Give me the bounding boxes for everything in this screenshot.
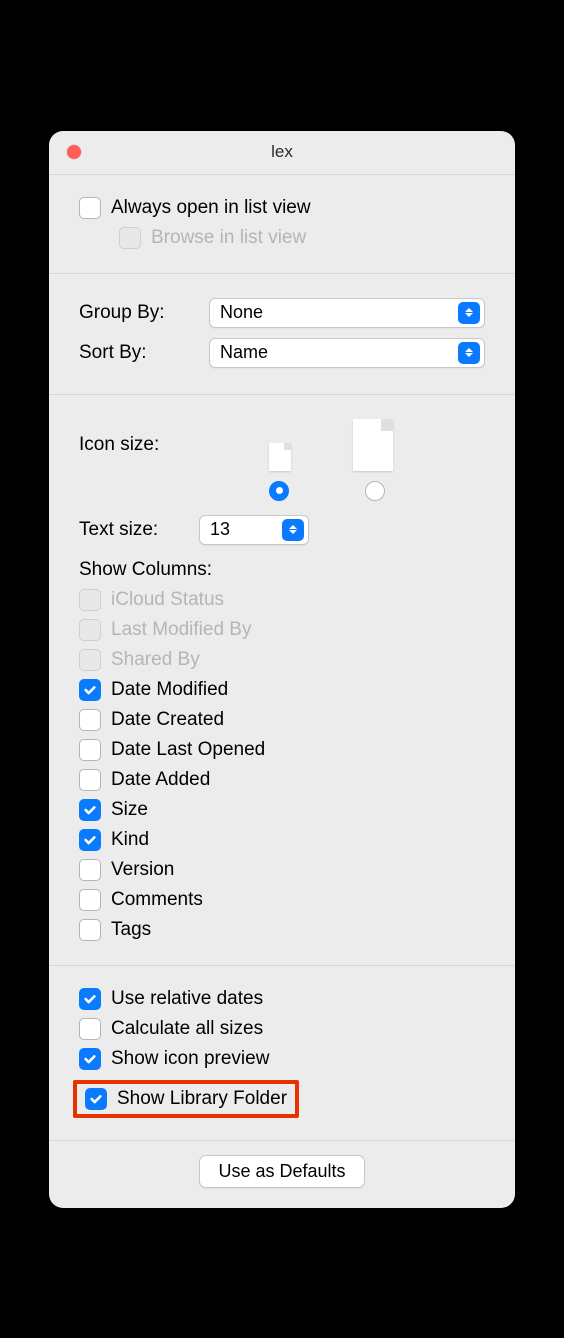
label-col-date-last-opened: Date Last Opened xyxy=(111,739,265,761)
checkbox-calculate-all-sizes[interactable] xyxy=(79,1018,101,1040)
bottom-options-list: Use relative dates Calculate all sizes Sho… xyxy=(79,988,485,1120)
checkbox-show-icon-preview[interactable] xyxy=(79,1048,101,1070)
window-title: lex xyxy=(271,142,293,162)
use-as-defaults-button[interactable]: Use as Defaults xyxy=(199,1155,364,1188)
label-show-icon-preview: Show icon preview xyxy=(111,1048,269,1070)
label-col-version: Version xyxy=(111,859,174,881)
section-view-mode: Always open in list view Browse in list … xyxy=(49,175,515,274)
radio-icon-small[interactable] xyxy=(269,481,289,501)
highlight-box: Show Library Folder xyxy=(73,1080,299,1118)
select-group-by[interactable]: None xyxy=(209,298,485,328)
checkbox-col-date-last-opened[interactable] xyxy=(79,739,101,761)
label-col-date-created: Date Created xyxy=(111,709,224,731)
label-col-last-modified-by: Last Modified By xyxy=(111,619,251,641)
checkbox-col-icloud-status xyxy=(79,589,101,611)
label-col-date-added: Date Added xyxy=(111,769,210,791)
section-icon-text: Icon size: Text size: 13 Show Columns: i… xyxy=(49,395,515,966)
columns-list: iCloud Status Last Modified By Shared By Da… xyxy=(79,589,485,941)
label-col-tags: Tags xyxy=(111,919,151,941)
section-grouping: Group By: None Sort By: Name xyxy=(49,274,515,395)
select-sort-by-value: Name xyxy=(220,342,268,363)
checkbox-always-open[interactable] xyxy=(79,197,101,219)
checkbox-col-comments[interactable] xyxy=(79,889,101,911)
label-always-open: Always open in list view xyxy=(111,197,311,219)
label-use-relative-dates: Use relative dates xyxy=(111,988,263,1010)
view-options-window: lex Always open in list view Browse in l… xyxy=(49,131,515,1208)
select-group-by-value: None xyxy=(220,302,263,323)
chevron-updown-icon xyxy=(458,342,480,364)
label-col-kind: Kind xyxy=(111,829,149,851)
label-browse: Browse in list view xyxy=(151,227,306,249)
label-icon-size: Icon size: xyxy=(79,434,269,456)
select-sort-by[interactable]: Name xyxy=(209,338,485,368)
chevron-updown-icon xyxy=(458,302,480,324)
label-text-size: Text size: xyxy=(79,519,199,541)
checkbox-col-last-modified-by xyxy=(79,619,101,641)
section-bottom-options: Use relative dates Calculate all sizes Sho… xyxy=(49,966,515,1141)
label-col-icloud-status: iCloud Status xyxy=(111,589,224,611)
titlebar: lex xyxy=(49,131,515,175)
close-icon[interactable] xyxy=(67,145,81,159)
checkbox-col-tags[interactable] xyxy=(79,919,101,941)
checkbox-col-size[interactable] xyxy=(79,799,101,821)
show-columns-header: Show Columns: xyxy=(79,559,485,581)
label-show-library-folder: Show Library Folder xyxy=(117,1088,287,1110)
defaults-row: Use as Defaults xyxy=(49,1141,515,1208)
checkbox-browse xyxy=(119,227,141,249)
label-group-by: Group By: xyxy=(79,302,209,324)
checkbox-use-relative-dates[interactable] xyxy=(79,988,101,1010)
label-col-date-modified: Date Modified xyxy=(111,679,228,701)
label-col-comments: Comments xyxy=(111,889,203,911)
checkbox-col-version[interactable] xyxy=(79,859,101,881)
checkbox-col-kind[interactable] xyxy=(79,829,101,851)
document-icon xyxy=(269,443,291,471)
chevron-updown-icon xyxy=(282,519,304,541)
checkbox-col-shared-by xyxy=(79,649,101,671)
label-sort-by: Sort By: xyxy=(79,342,209,364)
checkbox-col-date-modified[interactable] xyxy=(79,679,101,701)
label-calculate-all-sizes: Calculate all sizes xyxy=(111,1018,263,1040)
radio-icon-large[interactable] xyxy=(365,481,385,501)
label-col-shared-by: Shared By xyxy=(111,649,200,671)
label-col-size: Size xyxy=(111,799,148,821)
checkbox-show-library-folder[interactable] xyxy=(85,1088,107,1110)
document-icon xyxy=(353,419,393,471)
select-text-size[interactable]: 13 xyxy=(199,515,309,545)
select-text-size-value: 13 xyxy=(210,519,230,540)
checkbox-col-date-created[interactable] xyxy=(79,709,101,731)
checkbox-col-date-added[interactable] xyxy=(79,769,101,791)
